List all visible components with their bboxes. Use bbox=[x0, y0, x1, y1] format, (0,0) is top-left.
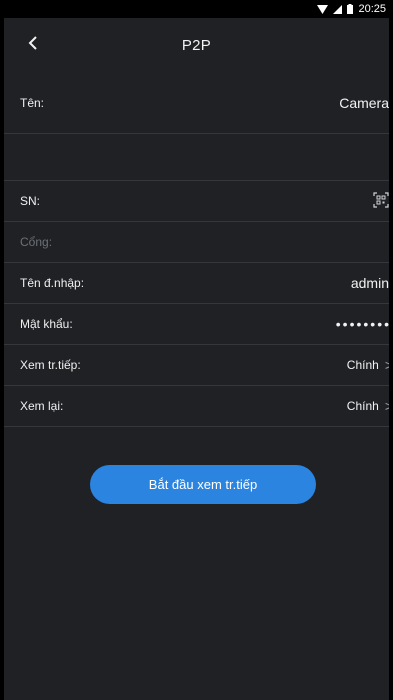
back-button[interactable] bbox=[22, 34, 44, 56]
password-label: Mật khẩu: bbox=[20, 317, 73, 331]
status-bar: 20:25 bbox=[4, 0, 389, 18]
qr-scan-icon[interactable] bbox=[373, 191, 389, 211]
page-title: P2P bbox=[181, 37, 212, 54]
device-name-row[interactable]: Tên: Camera bbox=[4, 73, 389, 134]
sn-value[interactable] bbox=[373, 191, 389, 211]
start-live-view-button[interactable]: Bắt đầu xem tr.tiếp bbox=[90, 465, 316, 504]
live-stream-value[interactable]: Chính > bbox=[347, 357, 389, 373]
sn-label: SN: bbox=[20, 194, 41, 208]
password-value[interactable]: •••••••• bbox=[336, 316, 389, 332]
app-screen: 20:25 P2P Tên: Camera SN: Cổng: Tên đ.nh… bbox=[4, 0, 389, 700]
port-row: Cổng: bbox=[4, 222, 389, 263]
password-row[interactable]: Mật khẩu: •••••••• bbox=[4, 304, 389, 345]
battery-icon bbox=[347, 4, 354, 14]
playback-stream-row[interactable]: Xem lại: Chính > bbox=[4, 386, 389, 427]
device-name-value[interactable]: Camera bbox=[339, 95, 389, 111]
live-stream-label: Xem tr.tiếp: bbox=[20, 358, 81, 372]
username-row[interactable]: Tên đ.nhập: admin bbox=[4, 263, 389, 304]
username-label: Tên đ.nhập: bbox=[20, 276, 85, 290]
sn-row[interactable]: SN: bbox=[4, 181, 389, 222]
wifi-icon bbox=[317, 4, 329, 14]
signal-icon bbox=[333, 4, 343, 14]
navigation-bar: P2P bbox=[4, 18, 389, 73]
device-name-label: Tên: bbox=[20, 96, 45, 110]
status-time: 20:25 bbox=[358, 3, 386, 15]
chevron-right-icon: > bbox=[384, 398, 389, 414]
back-icon bbox=[28, 35, 38, 55]
section-gap bbox=[4, 134, 389, 181]
playback-stream-label: Xem lại: bbox=[20, 399, 64, 413]
live-stream-row[interactable]: Xem tr.tiếp: Chính > bbox=[4, 345, 389, 386]
chevron-right-icon: > bbox=[384, 357, 389, 373]
live-stream-value-text: Chính bbox=[346, 358, 379, 372]
playback-stream-value-text: Chính bbox=[346, 399, 379, 413]
port-label: Cổng: bbox=[20, 235, 53, 249]
playback-stream-value[interactable]: Chính > bbox=[347, 398, 389, 414]
username-value[interactable]: admin bbox=[351, 275, 389, 291]
